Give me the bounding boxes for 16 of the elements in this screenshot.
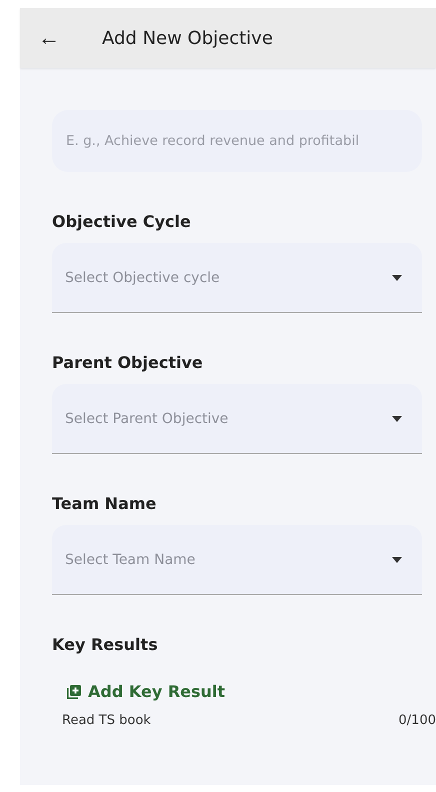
- caret-icon: [392, 556, 402, 562]
- field-label: Objective Cycle: [52, 212, 192, 231]
- field-label: Parent Objective: [52, 353, 204, 372]
- objective-field[interactable]: E. g., Achieve record revenue and profitabil: [52, 110, 422, 172]
- screen-title: Add New Objective: [102, 28, 273, 48]
- select-dropdown[interactable]: Select Parent Objective: [52, 384, 422, 454]
- caret-icon: [392, 274, 402, 280]
- add-key-result-button[interactable]: Add Key Result: [52, 682, 226, 701]
- key-result-name: Read TS book: [62, 713, 151, 728]
- caret-icon: [392, 416, 402, 422]
- select-dropdown[interactable]: Select Team Name: [52, 525, 422, 595]
- field-label: Team Name: [52, 494, 158, 513]
- select-dropdown[interactable]: Select Objective cycle: [52, 243, 422, 313]
- add-icon: [66, 684, 82, 700]
- section-label: Key Results: [52, 635, 159, 654]
- back-button[interactable]: ←: [38, 25, 60, 51]
